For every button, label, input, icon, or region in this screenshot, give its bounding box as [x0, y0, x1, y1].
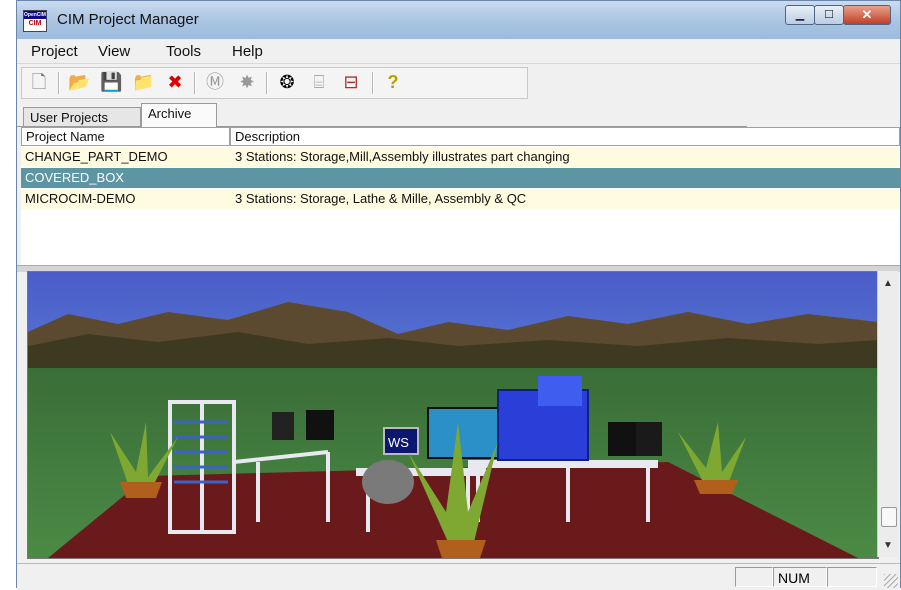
table-row[interactable]: CHANGE_PART_DEMO 3 Stations: Storage,Mil… [21, 147, 900, 167]
scene-render: WS [28, 272, 878, 558]
station-label: WS [388, 435, 409, 450]
status-pane-empty [735, 567, 773, 587]
scroll-up-arrow-icon[interactable]: ▲ [878, 275, 898, 293]
tab-user-projects[interactable]: User Projects [23, 107, 141, 126]
project-list: Project Name Description CHANGE_PART_DEM… [21, 127, 900, 265]
table-row[interactable]: MICROCIM-DEMO 3 Stations: Storage, Lathe… [21, 189, 900, 209]
app-window: OpenCIM CIM CIM Project Manager ▁ ☐ ✕ Pro… [16, 0, 901, 590]
project-name-cell: CHANGE_PART_DEMO [25, 149, 168, 164]
status-bar: NUM [17, 563, 900, 590]
title-bar[interactable]: OpenCIM CIM CIM Project Manager ▁ ☐ ✕ [17, 1, 900, 39]
toolbar: 🗋 📂 💾 📁 ✖ Ⓜ ✸ ❂ ⌸ ⊟ ? [17, 64, 900, 100]
column-header-description[interactable]: Description [230, 127, 900, 146]
app-icon[interactable]: OpenCIM CIM [23, 10, 47, 32]
import-icon[interactable]: ⊟ [340, 71, 362, 93]
tab-archive[interactable]: Archive [141, 103, 217, 127]
resize-grip-icon[interactable] [884, 574, 898, 588]
new-icon[interactable]: 🗋 [28, 71, 50, 93]
menu-project[interactable]: Project [31, 43, 78, 60]
3d-scene-view[interactable]: WS [27, 271, 879, 559]
menu-help[interactable]: Help [232, 43, 263, 60]
help-icon[interactable]: ? [382, 71, 404, 93]
project-name-cell: COVERED_BOX [25, 170, 124, 185]
minimize-button[interactable]: ▁ [785, 5, 815, 25]
menu-view[interactable]: View [98, 43, 130, 60]
app-icon-label: OpenCIM [24, 11, 46, 19]
menu-tools[interactable]: Tools [166, 43, 201, 60]
delete-icon[interactable]: ✖ [164, 71, 186, 93]
description-cell: 3 Stations: Storage, Lathe & Mille, Asse… [235, 191, 527, 206]
close-button[interactable]: ✕ [843, 5, 891, 25]
scroll-down-arrow-icon[interactable]: ▼ [878, 537, 898, 555]
open-icon[interactable]: 📂 [68, 71, 90, 93]
machine-icon[interactable]: Ⓜ [204, 71, 226, 93]
export-icon[interactable]: ⌸ [308, 71, 330, 93]
project-name-cell: MICROCIM-DEMO [25, 191, 136, 206]
burst-icon[interactable]: ✸ [236, 71, 258, 93]
scroll-thumb[interactable] [881, 507, 897, 527]
table-row-selected[interactable]: COVERED_BOX [21, 168, 900, 188]
description-cell: 3 Stations: Storage,Mill,Assembly illust… [235, 149, 570, 164]
menu-bar: Project View Tools Help [17, 39, 900, 64]
column-header-project-name[interactable]: Project Name [21, 127, 230, 146]
vertical-scrollbar[interactable]: ▲ ▼ [877, 271, 898, 557]
num-lock-indicator: NUM [773, 567, 827, 587]
save-icon[interactable]: 💾 [100, 71, 122, 93]
robot-icon[interactable]: ❂ [276, 71, 298, 93]
status-pane-extra [827, 567, 877, 587]
folder-icon[interactable]: 📁 [132, 71, 154, 93]
window-title: CIM Project Manager [57, 11, 199, 28]
maximize-button[interactable]: ☐ [814, 5, 844, 25]
project-tabs: User Projects Archive [17, 101, 900, 127]
